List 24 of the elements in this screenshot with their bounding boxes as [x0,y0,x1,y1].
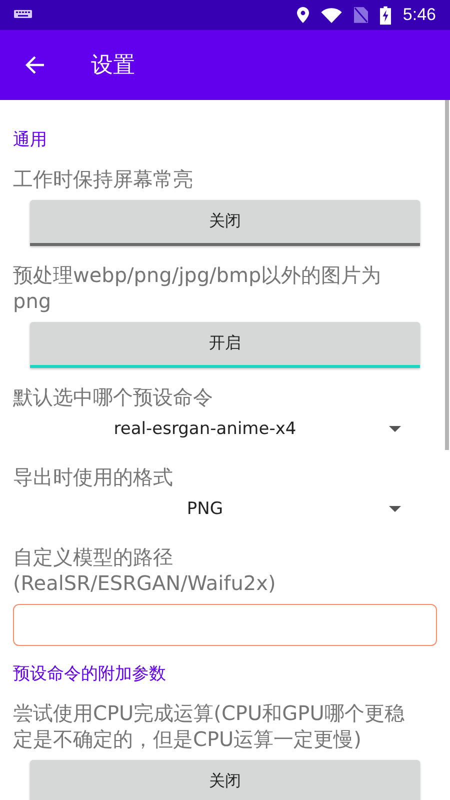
dropdown[interactable]: real-esrgan-anime-x4 [13,410,437,448]
section-header: 预设命令的附加参数 [13,663,167,686]
toggle-button[interactable]: 开启 [30,322,420,368]
dropdown[interactable]: PNG [13,490,437,528]
battery-charging-icon [380,6,391,24]
setting-label: 导出时使用的格式 [13,464,174,490]
keyboard-icon [14,10,32,20]
toggle-button[interactable]: 关闭 [30,760,420,800]
screen-title: 设置 [91,52,135,80]
setting-label: 尝试使用CPU完成运算(CPU和GPU哪个更稳定是不确定的，但是CPU运算一定更慢) [13,700,406,752]
dropdown-caret-icon [389,506,401,512]
setting-label: 工作时保持屏幕常亮 [13,166,194,192]
setting-label: 默认选中哪个预设命令 [13,384,214,410]
input-field[interactable] [13,604,437,646]
setting-label: 预处理webp/png/jpg/bmp以外的图片为png [13,262,382,314]
location-icon [296,7,309,23]
wifi-icon [320,8,342,22]
dropdown-caret-icon [389,426,401,432]
no-sim-icon [354,7,368,23]
clock-time: 5:46 [402,5,436,25]
section-header: 通用 [13,129,48,152]
back-arrow-icon[interactable] [25,55,45,75]
toggle-button[interactable]: 关闭 [30,200,420,246]
setting-label: 自定义模型的路径(RealSR/ESRGAN/Waifu2x) [13,544,277,596]
